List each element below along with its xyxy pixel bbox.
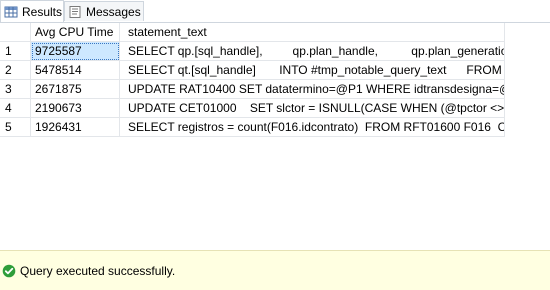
avg-cpu-time-cell[interactable]: 2190673 — [31, 99, 120, 118]
results-tabstrip: Results Messages — [0, 0, 550, 23]
grid-icon — [4, 5, 18, 19]
row-number[interactable]: 4 — [0, 99, 31, 118]
row-number[interactable]: 2 — [0, 61, 31, 80]
tab-results[interactable]: Results — [0, 0, 64, 22]
status-message: Query executed successfully. — [0, 261, 175, 281]
avg-cpu-time-cell[interactable]: 5478514 — [31, 61, 120, 80]
table-row[interactable]: 3 2671875 UPDATE RAT10400 SET datatermin… — [0, 80, 505, 99]
grid-header-row: Avg CPU Time statement_text — [0, 23, 505, 42]
status-bar: Query executed successfully. — [0, 250, 550, 290]
avg-cpu-time-cell[interactable]: 2671875 — [31, 80, 120, 99]
statement-text-cell[interactable]: SELECT registros = count(F016.idcontrato… — [120, 118, 505, 137]
success-check-icon — [2, 264, 16, 278]
column-header-statement-text[interactable]: statement_text — [120, 23, 505, 42]
column-header-avg-cpu-time[interactable]: Avg CPU Time — [31, 23, 120, 42]
row-number[interactable]: 1 — [0, 42, 31, 61]
statement-text-cell[interactable]: UPDATE RAT10400 SET datatermino=@P1 WHER… — [120, 80, 505, 99]
statement-text-cell[interactable]: SELECT qp.[sql_handle], qp.plan_handle, … — [120, 42, 505, 61]
tab-messages-label: Messages — [86, 4, 141, 19]
row-number[interactable]: 5 — [0, 118, 31, 137]
tab-results-label: Results — [22, 4, 63, 19]
statement-text-cell[interactable]: SELECT qt.[sql_handle] INTO #tmp_notable… — [120, 61, 505, 80]
statement-text-cell[interactable]: UPDATE CET01000 SET slctor = ISNULL(CASE… — [120, 99, 505, 118]
table-row[interactable]: 4 2190673 UPDATE CET01000 SET slctor = I… — [0, 99, 505, 118]
messages-icon — [68, 5, 82, 19]
row-number[interactable]: 3 — [0, 80, 31, 99]
avg-cpu-time-cell[interactable]: 1926431 — [31, 118, 120, 137]
tab-messages[interactable]: Messages — [64, 1, 144, 21]
table-row[interactable]: 2 5478514 SELECT qt.[sql_handle] INTO #t… — [0, 61, 505, 80]
row-number-header[interactable] — [0, 23, 31, 42]
table-row[interactable]: 5 1926431 SELECT registros = count(F016.… — [0, 118, 505, 137]
status-text: Query executed successfully. — [20, 264, 176, 278]
avg-cpu-time-cell[interactable]: 9725587 — [31, 42, 120, 61]
table-row[interactable]: 1 9725587 SELECT qp.[sql_handle], qp.pla… — [0, 42, 505, 61]
